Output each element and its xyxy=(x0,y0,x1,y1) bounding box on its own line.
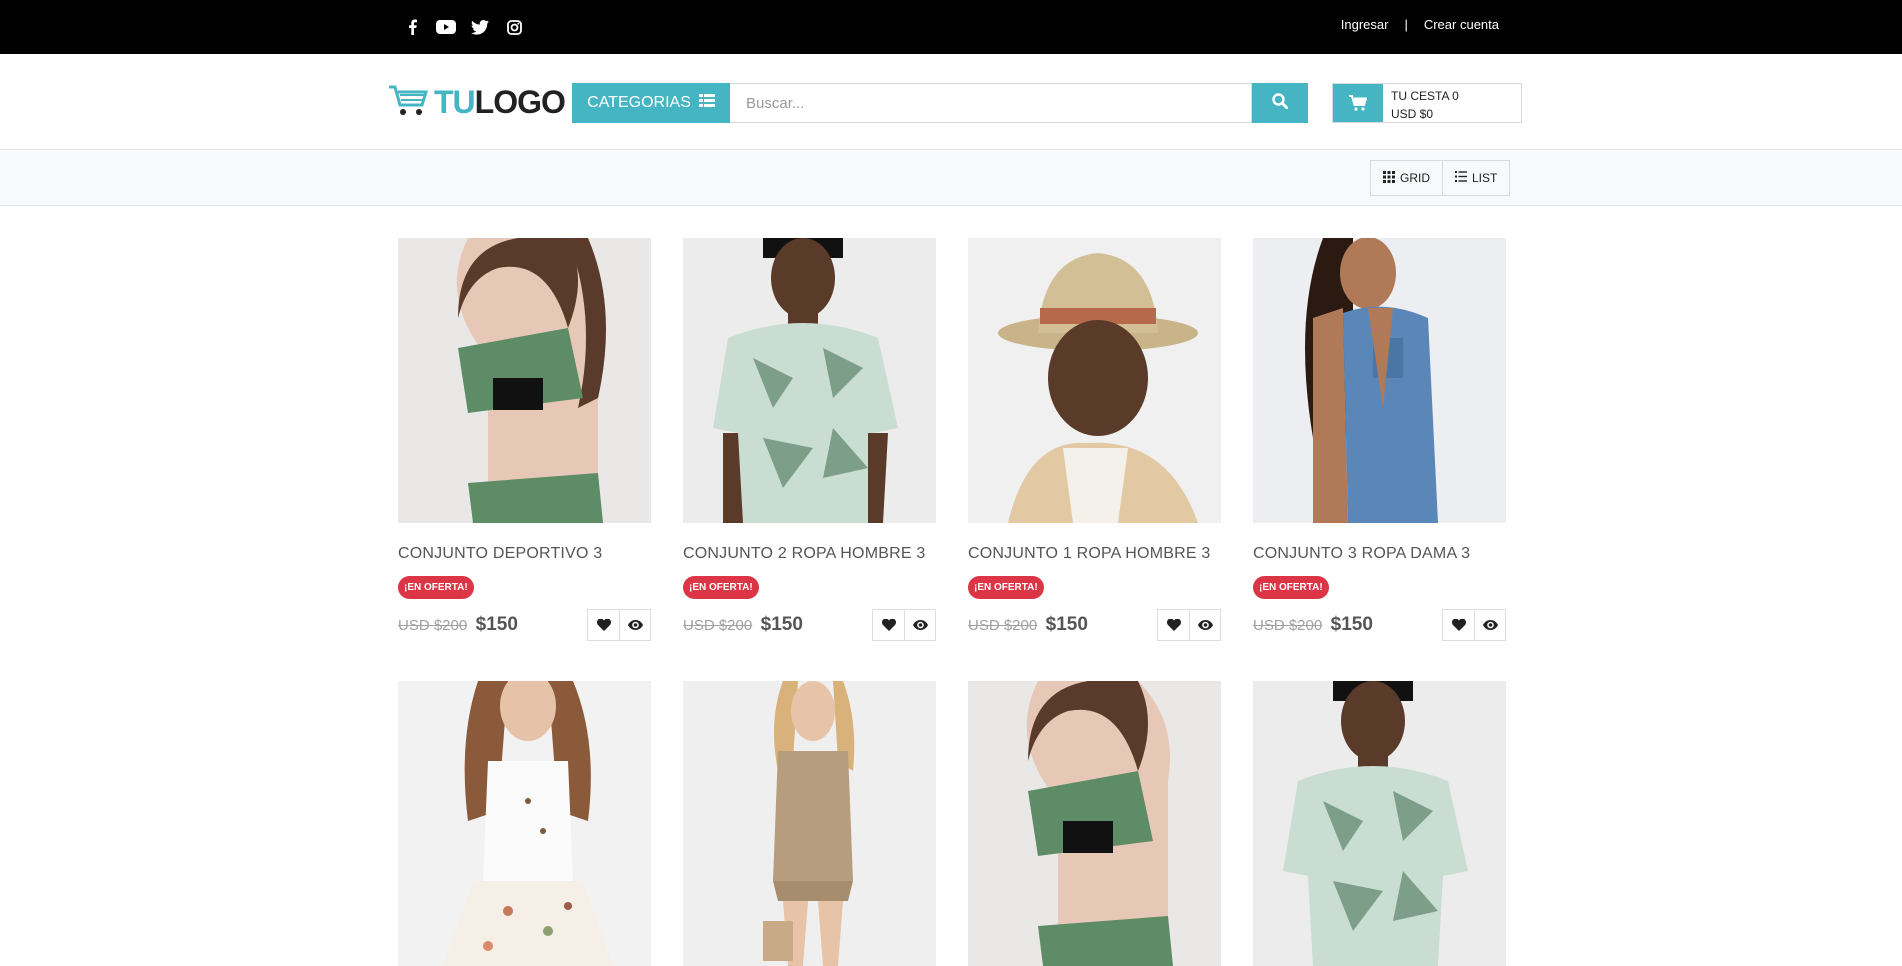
list-icon xyxy=(698,94,715,112)
top-bar: Ingresar | Crear cuenta xyxy=(0,0,1902,54)
site-header: TULOGO CATEGORIAS TU CESTA 0 USD $0 xyxy=(0,54,1902,150)
product-actions xyxy=(872,609,936,641)
heart-icon xyxy=(1451,619,1466,631)
price-row: USD $200 $150 xyxy=(968,609,1221,641)
current-price: $150 xyxy=(1045,614,1088,635)
youtube-icon[interactable] xyxy=(436,17,456,37)
cart-count: TU CESTA 0 xyxy=(1391,89,1459,103)
cart-widget[interactable]: TU CESTA 0 USD $0 xyxy=(1332,83,1522,123)
product-card xyxy=(968,681,1221,966)
product-image[interactable] xyxy=(968,681,1221,966)
search-input[interactable] xyxy=(730,83,1252,123)
old-price: USD $200 xyxy=(398,617,468,634)
wishlist-button[interactable] xyxy=(588,610,619,640)
product-image[interactable] xyxy=(398,238,651,523)
sale-badge: ¡EN OFERTA! xyxy=(683,576,759,599)
price-row: USD $200 $150 xyxy=(683,609,936,641)
product-image[interactable] xyxy=(1253,681,1506,966)
product-card: CONJUNTO 2 ROPA HOMBRE 3 ¡EN OFERTA! USD… xyxy=(683,238,936,641)
heart-icon xyxy=(1166,619,1181,631)
grid-view-button[interactable]: GRID xyxy=(1371,161,1442,195)
facebook-icon[interactable] xyxy=(402,17,422,37)
product-card xyxy=(398,681,651,966)
quick-view-button[interactable] xyxy=(1474,610,1505,640)
product-card: CONJUNTO 1 ROPA HOMBRE 3 ¡EN OFERTA! USD… xyxy=(968,238,1221,641)
product-image[interactable] xyxy=(398,681,651,966)
cart-total: USD $0 xyxy=(1391,107,1434,121)
logo-text-part1: TU xyxy=(434,84,476,120)
categories-button[interactable]: CATEGORIAS xyxy=(572,83,730,123)
grid-icon xyxy=(1383,170,1395,186)
view-toggle: GRID LIST xyxy=(1370,160,1511,196)
view-bar: GRID LIST xyxy=(0,151,1902,206)
cart-summary: TU CESTA 0 USD $0 xyxy=(1383,84,1467,122)
current-price: $150 xyxy=(475,614,518,635)
sale-badge: ¡EN OFERTA! xyxy=(1253,576,1329,599)
product-actions xyxy=(1157,609,1221,641)
grid-view-label: GRID xyxy=(1400,171,1430,185)
logo-text-part2: LOGO xyxy=(474,84,566,120)
list-view-button[interactable]: LIST xyxy=(1442,161,1509,195)
quick-view-button[interactable] xyxy=(619,610,650,640)
search-icon xyxy=(1272,92,1289,114)
product-actions xyxy=(1442,609,1506,641)
twitter-icon[interactable] xyxy=(470,17,490,37)
price-group: USD $200 $150 xyxy=(1253,614,1373,636)
quick-view-button[interactable] xyxy=(1189,610,1220,640)
wishlist-button[interactable] xyxy=(1158,610,1189,640)
eye-icon xyxy=(1197,620,1213,630)
price-row: USD $200 $150 xyxy=(1253,609,1506,641)
categories-label: CATEGORIAS xyxy=(587,94,691,111)
quick-view-button[interactable] xyxy=(904,610,935,640)
old-price: USD $200 xyxy=(968,617,1038,634)
product-image[interactable] xyxy=(1253,238,1506,523)
current-price: $150 xyxy=(1330,614,1373,635)
register-link[interactable]: Crear cuenta xyxy=(1424,17,1499,32)
price-group: USD $200 $150 xyxy=(683,614,803,636)
product-image[interactable] xyxy=(683,681,936,966)
old-price: USD $200 xyxy=(683,617,753,634)
site-logo[interactable]: TULOGO xyxy=(388,84,566,121)
eye-icon xyxy=(1482,620,1498,630)
product-actions xyxy=(587,609,651,641)
account-separator: | xyxy=(1404,17,1408,32)
shopping-cart-icon xyxy=(1333,84,1383,122)
account-links: Ingresar | Crear cuenta xyxy=(1341,17,1499,32)
heart-icon xyxy=(596,619,611,631)
search-button[interactable] xyxy=(1252,83,1308,123)
product-title[interactable]: CONJUNTO 1 ROPA HOMBRE 3 xyxy=(968,545,1221,563)
eye-icon xyxy=(912,620,928,630)
list-icon xyxy=(1455,171,1467,185)
product-card: CONJUNTO DEPORTIVO 3 ¡EN OFERTA! USD $20… xyxy=(398,238,651,641)
sale-badge: ¡EN OFERTA! xyxy=(968,576,1044,599)
price-row: USD $200 $150 xyxy=(398,609,651,641)
product-image[interactable] xyxy=(683,238,936,523)
heart-icon xyxy=(881,619,896,631)
product-title[interactable]: CONJUNTO 3 ROPA DAMA 3 xyxy=(1253,545,1506,563)
current-price: $150 xyxy=(760,614,803,635)
wishlist-button[interactable] xyxy=(1443,610,1474,640)
product-card: CONJUNTO 3 ROPA DAMA 3 ¡EN OFERTA! USD $… xyxy=(1253,238,1506,641)
list-view-label: LIST xyxy=(1472,171,1498,185)
eye-icon xyxy=(627,620,643,630)
wishlist-button[interactable] xyxy=(873,610,904,640)
product-image[interactable] xyxy=(968,238,1221,523)
instagram-icon[interactable] xyxy=(504,17,524,37)
product-title[interactable]: CONJUNTO DEPORTIVO 3 xyxy=(398,545,651,563)
social-links xyxy=(402,17,524,37)
sale-badge: ¡EN OFERTA! xyxy=(398,576,474,599)
old-price: USD $200 xyxy=(1253,617,1323,634)
product-title[interactable]: CONJUNTO 2 ROPA HOMBRE 3 xyxy=(683,545,936,563)
login-link[interactable]: Ingresar xyxy=(1341,17,1389,32)
product-card xyxy=(683,681,936,966)
logo-text: TULOGO xyxy=(434,84,566,121)
product-card xyxy=(1253,681,1506,966)
cart-logo-icon xyxy=(388,84,430,121)
price-group: USD $200 $150 xyxy=(398,614,518,636)
price-group: USD $200 $150 xyxy=(968,614,1088,636)
